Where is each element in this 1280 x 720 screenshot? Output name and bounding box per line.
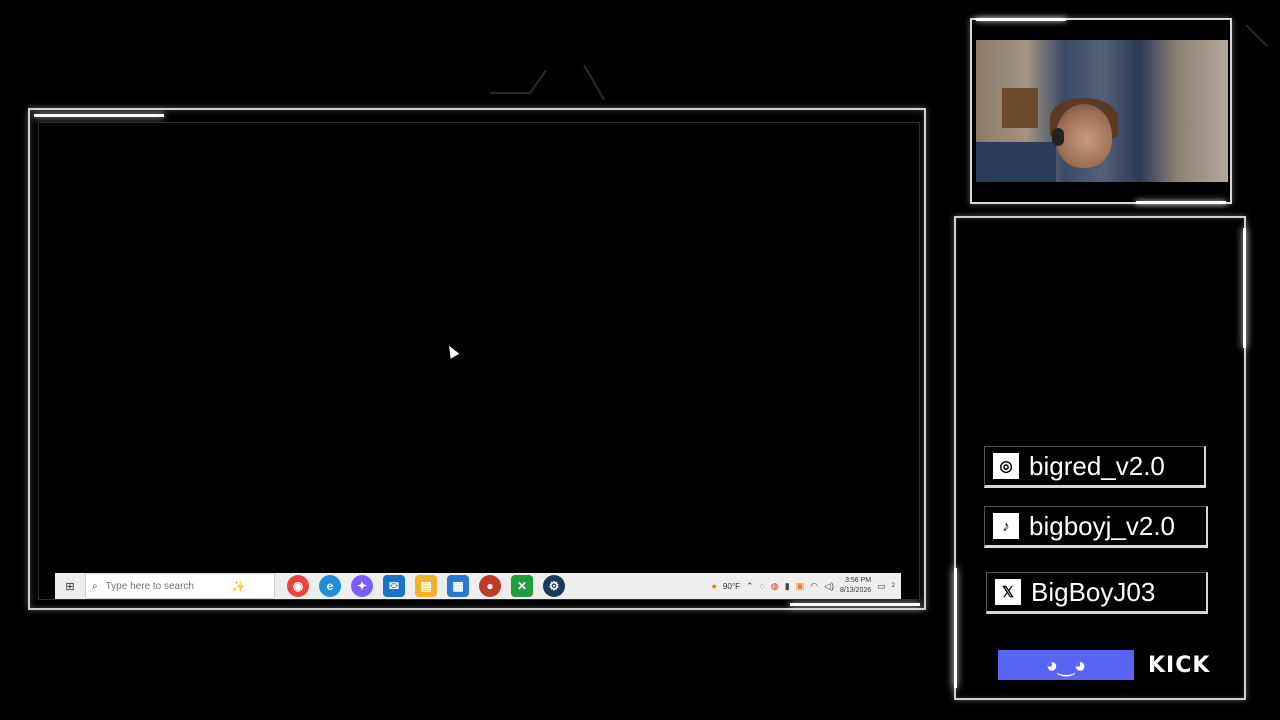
background-hex-line <box>1245 24 1268 47</box>
webcam-background-shelf <box>1002 88 1038 128</box>
copilot-icon[interactable]: ✦ <box>351 575 373 597</box>
start-button[interactable]: ⊞ <box>55 573 85 599</box>
discord-badge: ◕‿◕ <box>998 650 1134 680</box>
background-hex-line <box>529 69 547 94</box>
game-app-icon[interactable]: ● <box>479 575 501 597</box>
webcam-frame <box>970 18 1232 204</box>
outlook-icon[interactable]: ✉ <box>383 575 405 597</box>
microphone-icon[interactable]: ▮ <box>785 581 790 592</box>
taskbar-clock[interactable]: 3:56 PM 8/13/2026 <box>840 576 871 596</box>
frame-glow-accent <box>34 114 164 117</box>
frame-glow-accent <box>954 568 957 688</box>
edge-icon[interactable]: e <box>319 575 341 597</box>
kick-logo: KICK <box>1148 652 1211 678</box>
webcam-background-bed <box>976 142 1056 182</box>
search-input[interactable] <box>103 579 226 593</box>
store-icon[interactable]: ▦ <box>447 575 469 597</box>
tray-app-icon[interactable]: ◌ <box>760 581 765 591</box>
tray-app-icon[interactable]: ▣ <box>796 581 805 592</box>
steam-icon[interactable]: ⚙ <box>543 575 565 597</box>
tray-app-icon[interactable]: ◍ <box>771 581 779 592</box>
clock-time: 3:56 PM <box>845 577 872 584</box>
notification-count: 2 <box>891 583 895 589</box>
desktop-screen[interactable]: ⊞ ⌕ ✨ ◉ e ✦ ✉ ▤ ▦ ● ✕ ⚙ ● 90°F ⌃ <box>38 122 920 600</box>
frame-glow-accent <box>790 603 920 606</box>
frame-glow-accent <box>976 18 1066 21</box>
background-hex-line <box>490 92 530 94</box>
mouse-cursor-icon <box>444 343 460 359</box>
background-hex-line <box>583 64 605 101</box>
copilot-sparkle-icon: ✨ <box>231 580 246 593</box>
file-explorer-icon[interactable]: ▤ <box>415 575 437 597</box>
instagram-handle: bigred_v2.0 <box>1029 450 1165 481</box>
chevron-up-icon[interactable]: ⌃ <box>746 581 754 592</box>
tiktok-handle: bigboyj_v2.0 <box>1029 510 1175 541</box>
instagram-icon: ◎ <box>993 453 1019 479</box>
frame-glow-accent <box>1136 201 1226 204</box>
webcam-person <box>1056 104 1112 168</box>
taskbar-search-box[interactable]: ⌕ ✨ <box>85 573 275 599</box>
volume-icon[interactable]: ◁) <box>824 581 834 592</box>
xbox-icon[interactable]: ✕ <box>511 575 533 597</box>
x-handle: BigBoyJ03 <box>1031 576 1156 607</box>
wifi-icon[interactable]: ◠ <box>810 581 818 592</box>
tiktok-social-tag: ♪ bigboyj_v2.0 <box>984 506 1208 548</box>
frame-glow-accent <box>1243 228 1246 348</box>
instagram-social-tag: ◎ bigred_v2.0 <box>984 446 1206 488</box>
chrome-icon[interactable]: ◉ <box>287 575 309 597</box>
weather-icon[interactable]: ● <box>712 581 717 591</box>
x-social-tag: 𝕏 BigBoyJ03 <box>986 572 1208 614</box>
webcam-feed <box>976 40 1228 182</box>
weather-temperature[interactable]: 90°F <box>723 582 740 591</box>
clock-date: 8/13/2026 <box>839 587 872 594</box>
notification-center-icon[interactable]: ▭ <box>877 581 886 592</box>
taskbar-pinned-apps: ◉ e ✦ ✉ ▤ ▦ ● ✕ ⚙ <box>287 575 565 597</box>
windows-taskbar: ⊞ ⌕ ✨ ◉ e ✦ ✉ ▤ ▦ ● ✕ ⚙ ● 90°F ⌃ <box>55 573 901 599</box>
discord-icon: ◕‿◕ <box>1045 654 1087 677</box>
system-tray: ● 90°F ⌃ ◌ ◍ ▮ ▣ ◠ ◁) 3:56 PM 8/13/2026 … <box>712 576 901 596</box>
tiktok-icon: ♪ <box>993 513 1019 539</box>
windows-logo-icon: ⊞ <box>65 580 75 593</box>
search-icon: ⌕ <box>92 580 98 592</box>
game-capture-frame: ⊞ ⌕ ✨ ◉ e ✦ ✉ ▤ ▦ ● ✕ ⚙ ● 90°F ⌃ <box>28 108 926 610</box>
headset-icon <box>1052 128 1064 146</box>
x-icon: 𝕏 <box>995 579 1021 605</box>
